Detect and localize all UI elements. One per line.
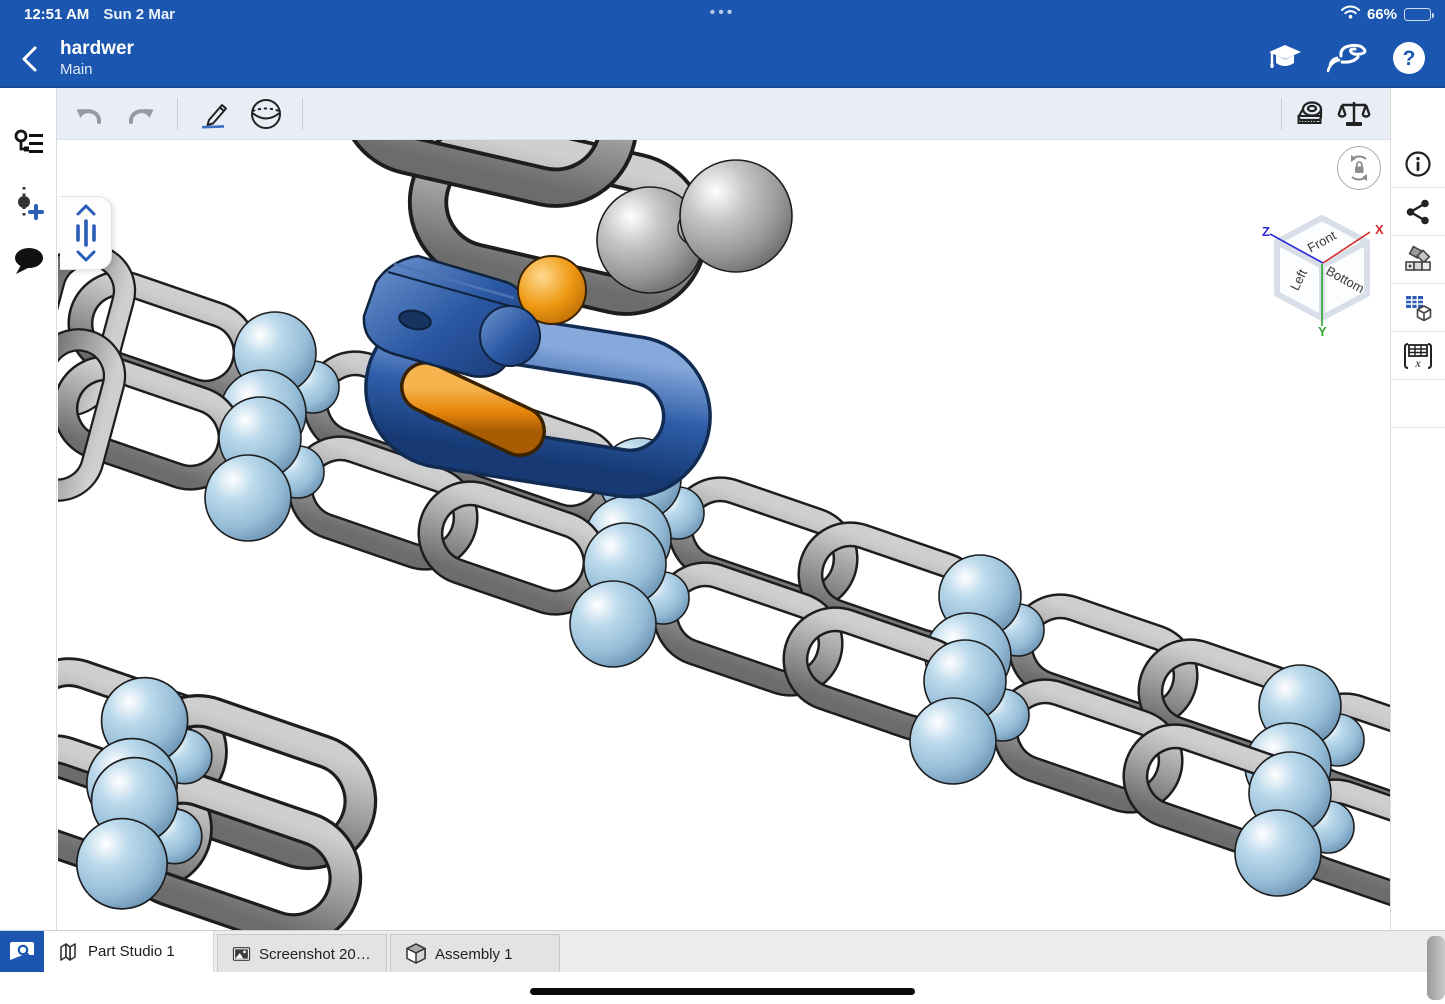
graduation-cap-icon [1267,42,1303,74]
right-panel-rail: x [1390,88,1445,930]
wifi-icon [1341,5,1360,23]
model-scene [58,140,1390,930]
properties-info-button[interactable] [1391,140,1445,188]
learning-center-button[interactable] [1265,38,1305,78]
svg-text:?: ? [1403,47,1416,70]
status-bar: 12:51 AM Sun 2 Mar ••• 66% [0,0,1445,30]
tab-screenshot[interactable]: Screenshot 2025-... [217,934,387,973]
workspace-name: Main [60,60,134,79]
toolbar-separator [177,98,178,130]
feature-scrubber[interactable] [60,196,112,270]
image-icon [232,945,251,963]
appearance-sphere-button[interactable] [244,94,288,134]
balance-scale-icon [1336,98,1372,130]
document-header: hardwer Main [0,30,1445,88]
dotted-line-plus-icon [14,185,44,221]
configurations-button[interactable] [1391,284,1445,332]
svg-text:x: x [1414,356,1421,370]
view-rotation-lock-button[interactable] [1337,146,1381,190]
back-button[interactable] [14,42,48,76]
left-panel-rail [0,88,57,930]
tab-assembly-1[interactable]: Assembly 1 [390,934,560,973]
share-button[interactable] [1391,188,1445,236]
tab-label: Assembly 1 [435,946,513,963]
share-nodes-icon [1404,198,1432,226]
tab-manager-button[interactable] [0,931,44,973]
toolbar-separator [302,98,303,130]
tab-label: Screenshot 2025-... [259,946,372,963]
tab-label: Part Studio 1 [88,943,175,960]
color-swatches-icon [1403,245,1433,275]
follow-mode-button[interactable] [1327,38,1367,78]
assembly-cube-icon [405,943,427,965]
graphics-canvas[interactable] [58,140,1390,930]
appearance-panel-button[interactable] [1391,236,1445,284]
y-axis-label: Y [1318,324,1327,336]
undo-icon [73,99,105,129]
part-studio-icon [58,941,80,963]
info-icon [1404,150,1432,178]
x-axis-label: X [1375,222,1384,237]
undo-button[interactable] [67,94,111,134]
tape-measure-icon [1292,98,1328,130]
scrubber-bars-icon [73,218,99,248]
insert-feature-button[interactable] [0,174,57,232]
chevron-up-icon [75,204,97,216]
chevron-left-icon [24,48,35,70]
document-title: hardwer [60,37,134,60]
feature-list-button[interactable] [0,116,57,174]
sphere-dashed-icon [248,97,284,131]
mass-properties-button[interactable] [1332,94,1376,134]
view-cube[interactable]: Front Left Bottom Z X Y [1248,208,1394,336]
help-button[interactable]: ? [1389,38,1429,78]
pencil-icon [197,98,231,130]
feature-tree-icon [13,129,45,161]
battery-icon [1404,8,1431,21]
chevron-down-icon [75,250,97,262]
toolbar-separator [1281,98,1282,130]
z-axis-label: Z [1262,224,1270,239]
custom-tables-button[interactable]: x [1391,332,1445,380]
model-chain-bottom-left [58,660,374,930]
scroll-corner-handle[interactable] [1427,936,1445,1000]
multitask-dots-icon[interactable]: ••• [0,4,1445,22]
tab-part-studio-1[interactable]: Part Studio 1 [44,931,214,972]
view-toolbar [57,88,1390,140]
broadcast-headset-icon [1327,41,1367,75]
battery-percent: 66% [1367,6,1397,23]
lock-rotate-icon [1344,153,1374,183]
tab-bar: Part Studio 1 Screenshot 2025-... Assemb… [0,930,1445,972]
question-mark-icon: ? [1392,41,1426,75]
comments-button[interactable] [0,232,57,290]
search-flag-icon [9,941,35,963]
sketch-button[interactable] [192,94,236,134]
home-indicator[interactable] [530,988,915,995]
measure-button[interactable] [1288,94,1332,134]
speech-bubble-icon [12,246,46,276]
redo-icon [125,99,157,129]
onshape-app: 12:51 AM Sun 2 Mar ••• 66% [0,0,1445,1004]
redo-button[interactable] [119,94,163,134]
right-rail-empty-cell [1391,380,1445,428]
table-cube-icon [1403,293,1433,323]
table-fx-icon: x [1402,341,1434,371]
